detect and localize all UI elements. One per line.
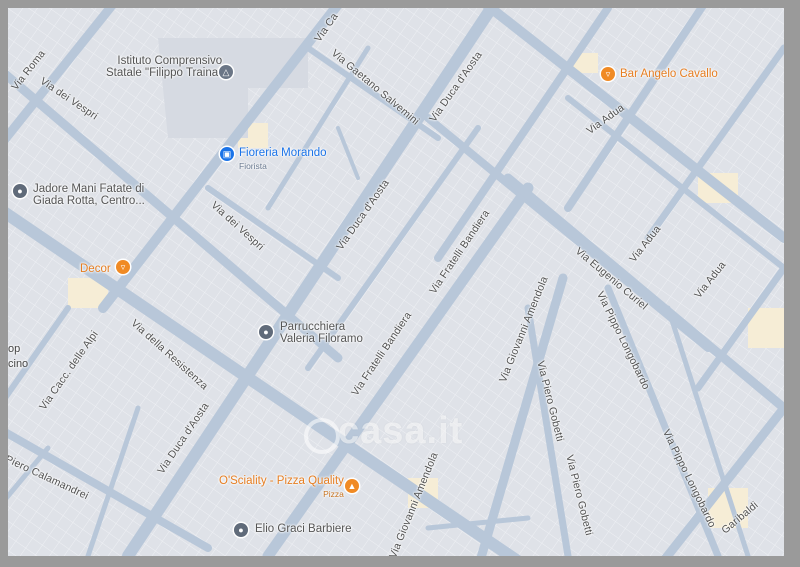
edge-label-fragment: op: [8, 343, 21, 355]
poi-name: Parrucchiera: [280, 321, 346, 333]
watermark-text: casa.it: [338, 410, 464, 452]
place-icon[interactable]: ●: [13, 184, 27, 198]
poi-category: Fiorista: [239, 160, 267, 171]
poi-name: Jadore Mani Fatate di: [33, 183, 145, 195]
poi-label-jadore[interactable]: Jadore Mani Fatate di Giada Rotta, Centr…: [33, 183, 145, 207]
poi-label-decor[interactable]: Decor: [80, 263, 111, 276]
place-icon[interactable]: ●: [234, 523, 248, 537]
poi-label-elio-graci[interactable]: Elio Graci Barbiere: [255, 523, 352, 536]
map-canvas[interactable]: Via Roma Via dei Vespri Via dei Vespri V…: [8, 8, 784, 556]
cocktail-icon[interactable]: ▿: [601, 67, 615, 81]
poi-name: Giada Rotta, Centro...: [33, 194, 145, 207]
pizza-icon[interactable]: ▲: [345, 479, 359, 493]
poi-label-fioreria[interactable]: Fioreria Morando Fiorista: [239, 147, 327, 171]
poi-label-osciality[interactable]: O'Sciality - Pizza Quality Pizza: [219, 475, 344, 499]
poi-name: Fioreria Morando: [239, 147, 327, 159]
poi-label-bar-angelo-cavallo[interactable]: Bar Angelo Cavallo: [620, 68, 718, 81]
school-icon[interactable]: △: [219, 65, 233, 79]
poi-name: O'Sciality - Pizza Quality: [219, 475, 344, 487]
poi-name: Valeria Filoramo: [280, 332, 363, 345]
poi-label-istituto[interactable]: Istituto Comprensivo Statale "Filippo Tr…: [106, 55, 223, 79]
poi-label-parrucchiera[interactable]: Parrucchiera Valeria Filoramo: [280, 321, 363, 345]
street-grid: [8, 8, 784, 556]
edge-label-fragment: cino: [8, 358, 29, 370]
watermark-logo-icon: [304, 418, 340, 454]
poi-name: Istituto Comprensivo: [117, 55, 223, 67]
cocktail-icon[interactable]: ▿: [116, 260, 130, 274]
poi-name: Statale "Filippo Traina": [106, 66, 223, 79]
poi-category: Pizza: [323, 488, 344, 499]
shopping-bag-icon[interactable]: ▣: [220, 147, 234, 161]
place-icon[interactable]: ●: [259, 325, 273, 339]
map-view[interactable]: Via Roma Via dei Vespri Via dei Vespri V…: [0, 0, 800, 567]
